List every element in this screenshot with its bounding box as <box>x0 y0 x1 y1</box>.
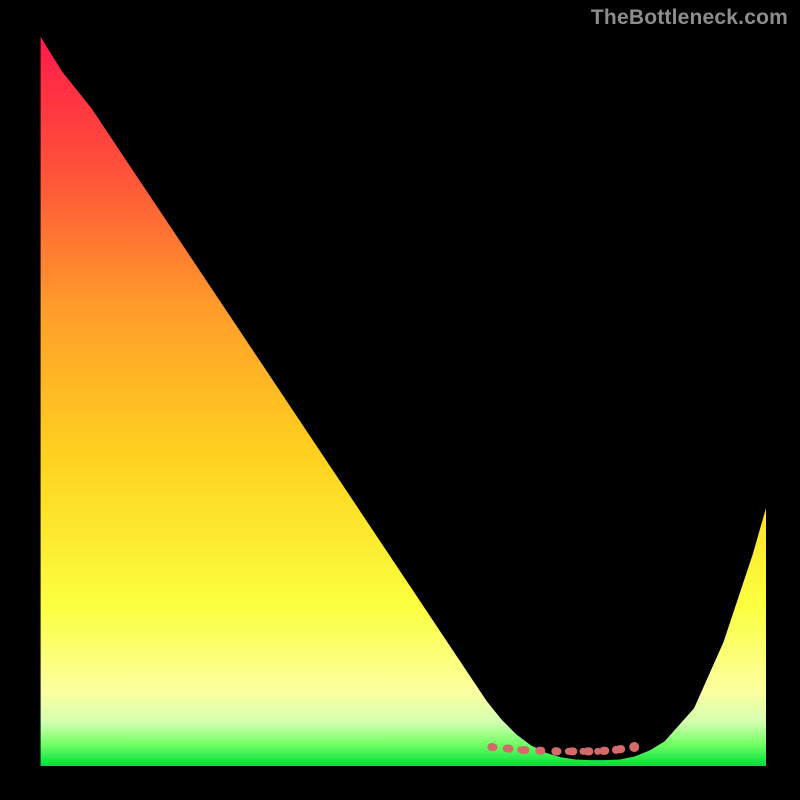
optimal-range-markers <box>488 742 640 755</box>
optimal-range-dot <box>612 746 620 754</box>
optimal-range-dot <box>629 742 639 752</box>
optimal-range-dot <box>536 747 543 754</box>
plot-area <box>34 34 766 766</box>
optimal-range-dot <box>517 746 524 753</box>
optimal-range-dot <box>553 747 561 755</box>
optimal-range-dot <box>488 743 496 751</box>
optimal-range-dot <box>503 745 510 752</box>
curve-layer <box>34 34 766 766</box>
watermark-text: TheBottleneck.com <box>591 6 788 30</box>
bottleneck-curve <box>41 34 766 759</box>
chart-stage: TheBottleneck.com <box>0 0 800 800</box>
optimal-range-dot <box>565 748 572 755</box>
optimal-range-dot <box>580 748 587 755</box>
optimal-range-dot <box>594 748 601 755</box>
